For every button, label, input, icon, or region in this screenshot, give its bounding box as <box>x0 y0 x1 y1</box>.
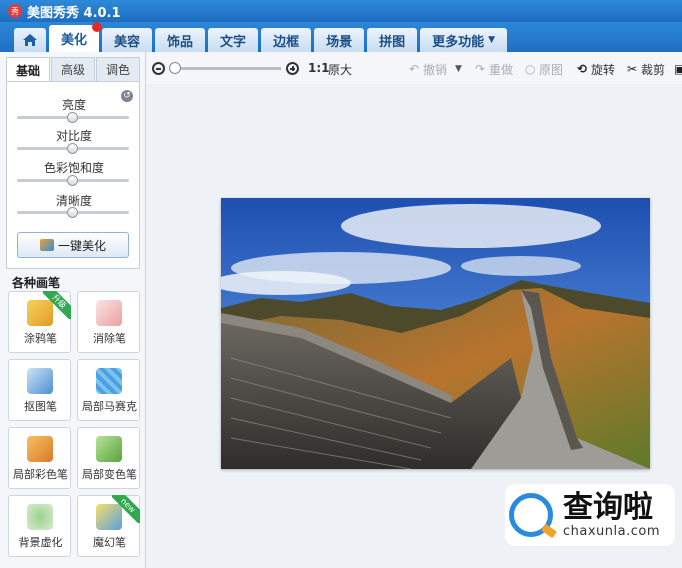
brush-label: 消除笔 <box>93 332 126 345</box>
tab-cosmetic[interactable]: 美容 <box>102 28 153 52</box>
chaxunla-logo-icon <box>509 493 553 537</box>
color-bucket-icon <box>96 436 122 462</box>
app-logo-icon: 秀 <box>8 4 22 18</box>
watermark-en: chaxunla.com <box>563 523 660 539</box>
great-wall-photo[interactable] <box>221 198 650 469</box>
undo-button[interactable]: 撤销 <box>423 61 447 78</box>
brush-label: 背景虚化 <box>18 536 63 549</box>
upgrade-badge: 升级 <box>43 291 71 319</box>
tab-collage[interactable]: 拼图 <box>367 28 418 52</box>
zoom-slider[interactable] <box>171 67 281 70</box>
original-image-button[interactable]: 原图 <box>539 61 563 78</box>
title-bar: 秀 美图秀秀 4.0.1 <box>0 0 682 22</box>
brush-magic[interactable]: new 魔幻笔 <box>77 495 140 557</box>
redo-icon: ↷ <box>475 62 486 76</box>
tab-label: 文字 <box>220 34 247 50</box>
photo-image <box>221 198 650 469</box>
rotate-icon: ⟲ <box>577 62 588 76</box>
tab-frame[interactable]: 边框 <box>261 28 312 52</box>
button-label: 一键美化 <box>57 238 106 253</box>
redo-button[interactable]: 重做 <box>489 61 513 78</box>
tab-label: 拼图 <box>379 34 406 50</box>
mosaic-icon <box>96 368 122 394</box>
undo-icon: ↶ <box>409 62 420 76</box>
tab-label: 美容 <box>114 34 141 50</box>
brush-label: 抠图笔 <box>24 400 57 413</box>
notification-dot <box>92 22 103 32</box>
saturation-label: 色彩饱和度 <box>43 161 104 175</box>
actual-size-ratio[interactable]: 1:1 <box>308 61 330 75</box>
brush-eraser[interactable]: 消除笔 <box>77 291 140 353</box>
brightness-slider-knob[interactable] <box>67 112 78 123</box>
brush-mosaic[interactable]: 局部马赛克 <box>77 359 140 421</box>
tab-accessories[interactable]: 饰品 <box>155 28 206 52</box>
app-title: 美图秀秀 4.0.1 <box>27 5 121 21</box>
actual-size-button[interactable]: 原大 <box>328 61 352 78</box>
brush-label: 局部彩色笔 <box>13 468 68 481</box>
zoom-in-icon[interactable] <box>286 62 299 75</box>
subtab-basic[interactable]: 基础 <box>6 57 50 82</box>
one-key-beautify-button[interactable]: 一键美化 <box>17 232 129 258</box>
tab-text[interactable]: 文字 <box>208 28 259 52</box>
watermark-text: 查询啦 chaxunla.com <box>563 489 660 539</box>
save-icon[interactable]: ▣ <box>674 62 682 76</box>
new-badge: new <box>112 495 140 523</box>
chevron-down-icon: ▼ <box>488 35 496 45</box>
watermark-cn: 查询啦 <box>563 489 653 525</box>
subtab-advanced[interactable]: 高级 <box>51 57 95 81</box>
left-panel: 基础 高级 调色 ↺ 亮度 对比度 色彩饱和度 清晰度 一键美化 各种画笔 升级… <box>0 52 146 568</box>
home-icon <box>23 34 37 46</box>
image-toolbar: 1:1 原大 ↶ 撤销 ▼ ↷ 重做 ○ 原图 ⟲ 旋转 ✂ 裁剪 ▣ <box>147 52 682 84</box>
brush-local-change-color[interactable]: 局部变色笔 <box>77 427 140 489</box>
tab-label: 饰品 <box>167 34 194 50</box>
tab-label: 更多功能 <box>432 34 485 50</box>
brushes-title: 各种画笔 <box>12 276 61 290</box>
brush-background-blur[interactable]: 背景虚化 <box>8 495 71 557</box>
zoom-slider-knob[interactable] <box>169 62 181 74</box>
contrast-slider-knob[interactable] <box>67 143 78 154</box>
undo-dropdown-icon[interactable]: ▼ <box>455 64 462 74</box>
pen-nib-icon <box>27 368 53 394</box>
contrast-label: 对比度 <box>55 129 92 143</box>
sharpness-slider-knob[interactable] <box>67 207 78 218</box>
tab-label: 美化 <box>61 33 88 48</box>
home-tab[interactable] <box>14 28 46 52</box>
adjust-subtabs: 基础 高级 调色 <box>6 57 141 82</box>
chaxunla-watermark: 查询啦 chaxunla.com <box>505 484 675 546</box>
brush-doodle[interactable]: 升级 涂鸦笔 <box>8 291 71 353</box>
zoom-out-icon[interactable] <box>152 62 165 75</box>
brush-cutout[interactable]: 抠图笔 <box>8 359 71 421</box>
main-tab-bar: 美化 美容 饰品 文字 边框 场景 拼图 更多功能 ▼ <box>0 22 682 52</box>
paint-brush-icon <box>27 436 53 462</box>
blur-icon <box>27 504 53 530</box>
brush-label: 局部变色笔 <box>82 468 137 481</box>
brush-local-color[interactable]: 局部彩色笔 <box>8 427 71 489</box>
tab-label: 边框 <box>273 34 300 50</box>
adjust-box: ↺ 亮度 对比度 色彩饱和度 清晰度 一键美化 <box>6 81 140 269</box>
rotate-button[interactable]: 旋转 <box>591 61 615 78</box>
tab-beautify[interactable]: 美化 <box>49 22 103 52</box>
subtab-color[interactable]: 调色 <box>96 57 140 81</box>
brush-label: 涂鸦笔 <box>24 332 57 345</box>
brightness-label: 亮度 <box>61 98 86 112</box>
crop-button[interactable]: 裁剪 <box>641 61 665 78</box>
magic-palette-icon <box>39 239 54 251</box>
crop-icon: ✂ <box>627 62 638 76</box>
eraser-icon <box>96 300 122 326</box>
brush-label: 局部马赛克 <box>82 400 137 413</box>
original-image-icon: ○ <box>525 62 536 76</box>
tab-scene[interactable]: 场景 <box>314 28 365 52</box>
brush-label: 魔幻笔 <box>93 536 126 549</box>
tab-label: 场景 <box>326 34 353 50</box>
saturation-slider-knob[interactable] <box>67 175 78 186</box>
tab-more[interactable]: 更多功能 ▼ <box>420 28 508 52</box>
